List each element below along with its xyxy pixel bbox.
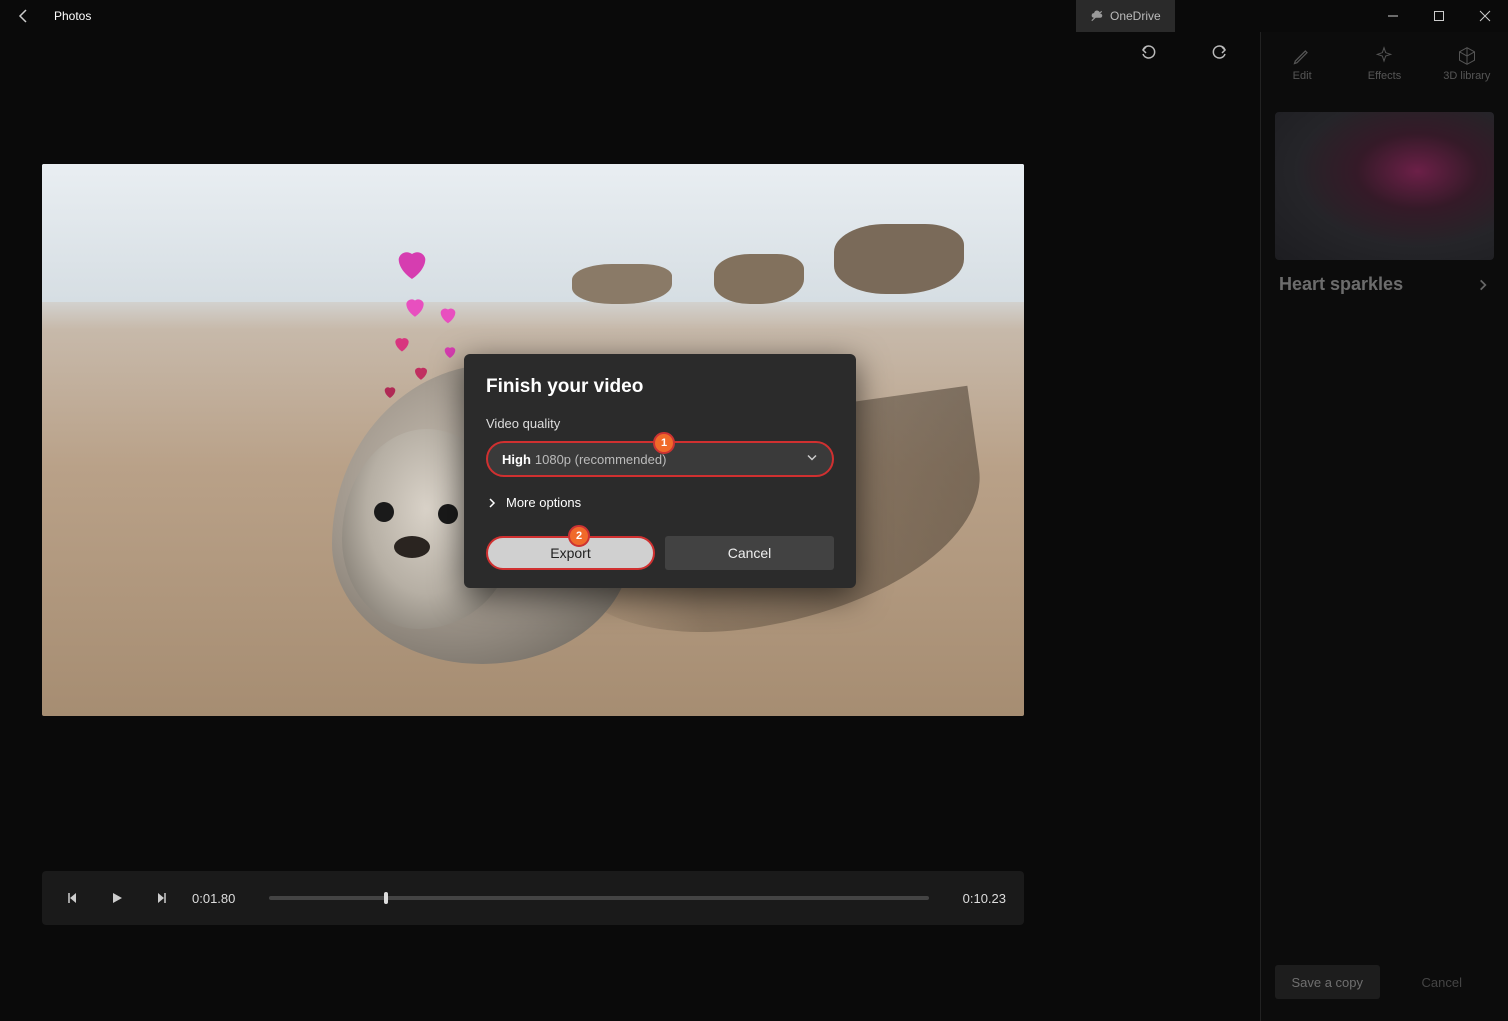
tab-effects[interactable]: Effects [1343,32,1425,96]
chevron-right-icon [1476,278,1490,292]
save-copy-button[interactable]: Save a copy [1275,965,1380,999]
effect-thumbnail[interactable] [1275,112,1494,260]
app-title: Photos [54,9,91,23]
heart-icon [442,344,458,360]
tab-effects-label: Effects [1368,70,1401,82]
redo-button[interactable] [1204,36,1236,68]
heart-icon [412,364,430,382]
quality-strong: High [502,452,531,467]
step-back-icon [66,891,80,905]
timeline-scrubber[interactable] [269,896,928,900]
tab-edit-label: Edit [1293,70,1312,82]
annotation-badge-1: 1 [653,432,675,454]
chevron-down-icon [806,452,818,467]
arrow-left-icon [16,8,32,24]
titlebar: Photos OneDrive [0,0,1508,32]
undo-icon [1138,42,1158,62]
annotation-badge-2: 2 [568,525,590,547]
onedrive-label: OneDrive [1110,9,1161,23]
cube-icon [1457,46,1477,66]
total-time: 0:10.23 [963,891,1006,906]
minimize-button[interactable] [1370,0,1416,32]
sidebar-footer: Save a copy Cancel [1275,965,1494,999]
pencil-icon [1292,46,1312,66]
tab-edit[interactable]: Edit [1261,32,1343,96]
quality-select[interactable]: 1 High 1080p (recommended) [486,441,834,477]
more-options-toggle[interactable]: More options [486,495,834,510]
window-controls [1370,0,1508,32]
tab-3d-library[interactable]: 3D library [1426,32,1508,96]
heart-icon [402,294,428,320]
heart-icon [392,244,432,284]
effect-name: Heart sparkles [1279,274,1403,295]
quality-label: Video quality [486,416,834,431]
current-time: 0:01.80 [192,891,235,906]
step-back-button[interactable] [60,885,86,911]
onedrive-tab[interactable]: OneDrive [1076,0,1175,32]
play-icon [110,891,124,905]
heart-icon [437,304,459,326]
more-options-label: More options [506,495,581,510]
chevron-right-icon [486,497,498,509]
right-sidebar: Edit Effects 3D library Heart sparkles S… [1260,32,1508,1021]
sidebar-cancel-button[interactable]: Cancel [1390,965,1495,999]
finish-video-dialog: Finish your video Video quality 1 High 1… [464,354,856,588]
undo-redo-group [1132,36,1236,68]
close-icon [1479,10,1491,22]
quality-muted: 1080p (recommended) [535,452,667,467]
tab-3d-label: 3D library [1443,70,1490,82]
dialog-cancel-button[interactable]: Cancel [665,536,834,570]
playback-controls: 0:01.80 0:10.23 [42,871,1024,925]
editor-area: 0:01.80 0:10.23 Finish your video Video … [0,32,1260,1021]
dialog-title: Finish your video [486,376,834,398]
heart-icon [382,384,398,400]
redo-icon [1210,42,1230,62]
undo-button[interactable] [1132,36,1164,68]
back-button[interactable] [0,0,48,32]
export-wrap: 2 Export [486,536,655,570]
play-button[interactable] [104,885,130,911]
dialog-button-row: 2 Export Cancel [486,536,834,570]
maximize-button[interactable] [1416,0,1462,32]
minimize-icon [1387,10,1399,22]
step-forward-button[interactable] [148,885,174,911]
sidebar-tabs: Edit Effects 3D library [1261,32,1508,96]
heart-icon [392,334,412,354]
sparkle-icon [1374,46,1394,66]
step-forward-icon [154,891,168,905]
effect-row[interactable]: Heart sparkles [1261,270,1508,299]
maximize-icon [1433,10,1445,22]
close-button[interactable] [1462,0,1508,32]
cloud-off-icon [1090,9,1104,23]
